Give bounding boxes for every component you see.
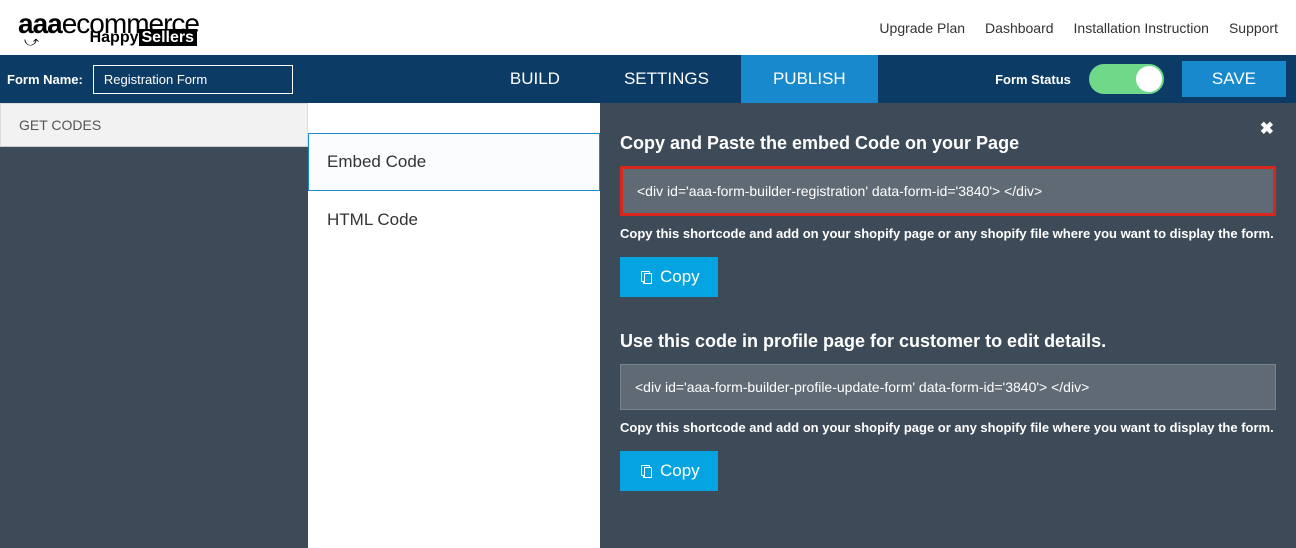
code-type-html[interactable]: HTML Code — [308, 191, 600, 249]
form-status-toggle[interactable] — [1089, 64, 1164, 94]
panel-heading-profile: Use this code in profile page for custom… — [620, 331, 1276, 352]
logo[interactable]: aaaecommerce ⤻ HappySellers — [18, 10, 199, 46]
logo-happy: Happy — [90, 29, 139, 46]
copy-profile-button[interactable]: Copy — [620, 451, 718, 491]
tab-build[interactable]: BUILD — [478, 55, 592, 103]
top-nav: Upgrade Plan Dashboard Installation Inst… — [879, 20, 1278, 36]
copy-embed-label: Copy — [660, 267, 700, 287]
nav-installation[interactable]: Installation Instruction — [1074, 20, 1209, 36]
close-icon[interactable]: ✖ — [1260, 119, 1274, 139]
profile-code-hint: Copy this shortcode and add on your shop… — [620, 420, 1276, 435]
code-type-embed[interactable]: Embed Code — [308, 133, 600, 191]
tab-publish[interactable]: PUBLISH — [741, 55, 878, 103]
panel-heading-embed: Copy and Paste the embed Code on your Pa… — [620, 133, 1276, 154]
form-status-label: Form Status — [995, 72, 1071, 87]
nav-support[interactable]: Support — [1229, 20, 1278, 36]
copy-embed-button[interactable]: Copy — [620, 257, 718, 297]
form-name-input[interactable] — [93, 65, 293, 94]
embed-code-box[interactable]: <div id='aaa-form-builder-registration' … — [620, 166, 1276, 216]
copy-icon — [638, 463, 654, 479]
copy-icon — [638, 269, 654, 285]
logo-sellers: Sellers — [139, 29, 197, 46]
save-button[interactable]: SAVE — [1182, 61, 1286, 97]
middle-panel: Embed Code HTML Code — [308, 103, 600, 548]
copy-profile-label: Copy — [660, 461, 700, 481]
nav-upgrade-plan[interactable]: Upgrade Plan — [879, 20, 965, 36]
toggle-knob — [1136, 66, 1162, 92]
right-panel: ✖ Copy and Paste the embed Code on your … — [600, 103, 1296, 548]
embed-code-hint: Copy this shortcode and add on your shop… — [620, 226, 1276, 241]
form-name-label: Form Name: — [7, 72, 83, 87]
tab-settings[interactable]: SETTINGS — [592, 55, 741, 103]
nav-dashboard[interactable]: Dashboard — [985, 20, 1054, 36]
left-sidebar: GET CODES — [0, 103, 308, 548]
sidebar-get-codes[interactable]: GET CODES — [0, 103, 308, 147]
profile-code-box[interactable]: <div id='aaa-form-builder-profile-update… — [620, 364, 1276, 410]
